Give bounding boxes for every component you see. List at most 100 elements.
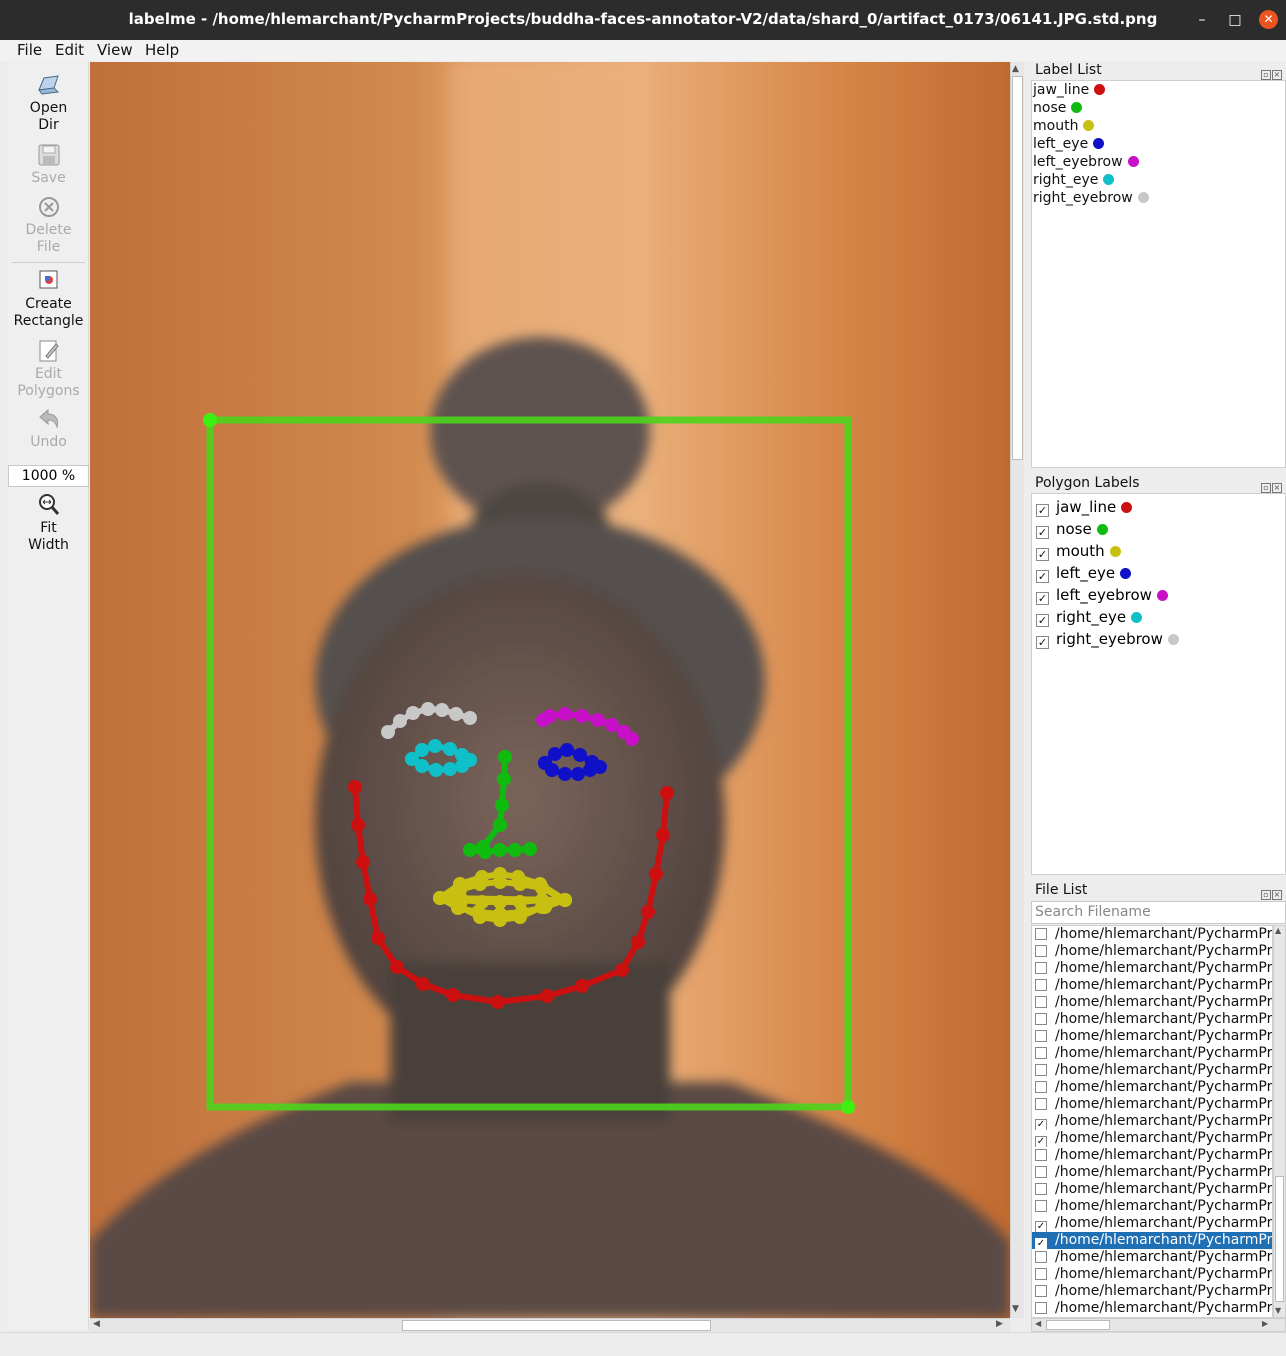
mouth-vertex[interactable] — [558, 893, 572, 907]
polygon-label-item[interactable]: ✓ right_eyebrow — [1032, 628, 1285, 650]
file-list-item[interactable]: /home/hlemarchant/PycharmProjects — [1032, 926, 1272, 943]
left-eye-vertex[interactable] — [573, 748, 587, 762]
file-list-item[interactable]: /home/hlemarchant/PycharmProjects — [1032, 943, 1272, 960]
delete-file-button[interactable]: Delete File — [8, 194, 89, 256]
right-eye-vertex[interactable] — [429, 763, 443, 777]
file-annotated-checkbox[interactable] — [1035, 945, 1047, 957]
mouth-vertex[interactable] — [453, 900, 467, 914]
nose-vertex[interactable] — [493, 843, 507, 857]
file-list-item[interactable]: /home/hlemarchant/PycharmProjects — [1032, 1164, 1272, 1181]
left-eye-vertex[interactable] — [571, 767, 585, 781]
label-list-item[interactable]: jaw_line — [1032, 81, 1285, 99]
jaw-line-vertex[interactable] — [660, 786, 674, 800]
label-list-item[interactable]: left_eye — [1032, 135, 1285, 153]
save-button[interactable]: Save — [8, 142, 89, 187]
left-eye-vertex[interactable] — [538, 756, 552, 770]
menu-file[interactable]: File — [17, 41, 42, 59]
file-annotated-checkbox[interactable] — [1035, 928, 1047, 940]
edit-polygons-button[interactable]: Edit Polygons — [8, 338, 89, 400]
file-annotated-checkbox[interactable]: ✓ — [1035, 1119, 1047, 1130]
mouth-vertex[interactable] — [535, 881, 549, 895]
file-annotated-checkbox[interactable] — [1035, 1013, 1047, 1025]
file-list-item[interactable]: /home/hlemarchant/PycharmProjects — [1032, 1249, 1272, 1266]
mouth-vertex[interactable] — [513, 895, 527, 909]
float-icon[interactable]: ▫ — [1261, 890, 1271, 900]
file-annotated-checkbox[interactable] — [1035, 1081, 1047, 1093]
jaw-line-vertex[interactable] — [656, 828, 670, 842]
file-list-item[interactable]: ✓ /home/hlemarchant/PycharmProjects — [1032, 1130, 1272, 1147]
file-list-item[interactable]: /home/hlemarchant/PycharmProjects — [1032, 1079, 1272, 1096]
file-list-item[interactable]: /home/hlemarchant/PycharmProjects — [1032, 1181, 1272, 1198]
right-eye-vertex[interactable] — [405, 752, 419, 766]
nose-vertex[interactable] — [495, 798, 509, 812]
right-eyebrow-vertex[interactable] — [406, 706, 420, 720]
left-eyebrow-vertex[interactable] — [591, 713, 605, 727]
scroll-down-arrow-icon[interactable]: ▼ — [1012, 1304, 1019, 1314]
menu-help[interactable]: Help — [145, 41, 179, 59]
label-list-item[interactable]: mouth — [1032, 117, 1285, 135]
file-annotated-checkbox[interactable] — [1035, 1149, 1047, 1161]
polygon-label-item[interactable]: ✓ left_eye — [1032, 562, 1285, 584]
visibility-checkbox[interactable]: ✓ — [1036, 504, 1049, 517]
label-list-item[interactable]: nose — [1032, 99, 1285, 117]
file-list-item[interactable]: /home/hlemarchant/PycharmProjects — [1032, 994, 1272, 1011]
polygon-label-item[interactable]: ✓ right_eye — [1032, 606, 1285, 628]
left-eye-vertex[interactable] — [560, 743, 574, 757]
left-eyebrow-vertex[interactable] — [605, 718, 619, 732]
jaw-line-vertex[interactable] — [371, 931, 385, 945]
label-list-item[interactable]: right_eyebrow — [1032, 189, 1285, 207]
jaw-line-vertex[interactable] — [356, 855, 370, 869]
label-list[interactable]: jaw_line nose mouth left_eye left_eyebrow rig… — [1031, 80, 1286, 468]
label-list-item[interactable]: right_eye — [1032, 171, 1285, 189]
file-annotated-checkbox[interactable] — [1035, 1251, 1047, 1263]
left-eyebrow-vertex[interactable] — [575, 709, 589, 723]
mouth-vertex[interactable] — [513, 910, 527, 924]
jaw-line-vertex[interactable] — [363, 892, 377, 906]
file-annotated-checkbox[interactable] — [1035, 1047, 1047, 1059]
jaw-line-vertex[interactable] — [540, 989, 554, 1003]
scrollbar-thumb[interactable] — [1012, 76, 1023, 460]
image-canvas[interactable] — [90, 62, 1010, 1318]
menu-edit[interactable]: Edit — [55, 41, 84, 59]
jaw-line-vertex[interactable] — [351, 818, 365, 832]
visibility-checkbox[interactable]: ✓ — [1036, 548, 1049, 561]
visibility-checkbox[interactable]: ✓ — [1036, 636, 1049, 649]
scrollbar-thumb[interactable] — [1275, 1176, 1284, 1302]
visibility-checkbox[interactable]: ✓ — [1036, 526, 1049, 539]
scroll-down-arrow-icon[interactable]: ▼ — [1275, 1306, 1281, 1315]
scrollbar-thumb[interactable] — [402, 1320, 711, 1331]
file-annotated-checkbox[interactable] — [1035, 996, 1047, 1008]
left-eyebrow-vertex[interactable] — [543, 709, 557, 723]
undo-button[interactable]: Undo — [8, 406, 89, 451]
label-list-item[interactable]: left_eyebrow — [1032, 153, 1285, 171]
file-annotated-checkbox[interactable]: ✓ — [1035, 1221, 1047, 1232]
jaw-line-vertex[interactable] — [641, 905, 655, 919]
nose-vertex[interactable] — [523, 842, 537, 856]
file-annotated-checkbox[interactable] — [1035, 1268, 1047, 1280]
file-annotated-checkbox[interactable] — [1035, 979, 1047, 991]
right-eyebrow-vertex[interactable] — [463, 711, 477, 725]
float-icon[interactable]: ▫ — [1261, 70, 1271, 80]
mouth-vertex[interactable] — [493, 875, 507, 889]
canvas-horizontal-scrollbar[interactable]: ◀ ▶ — [90, 1318, 1010, 1332]
jaw-line-vertex[interactable] — [491, 995, 505, 1009]
file-list-item[interactable]: /home/hlemarchant/PycharmProjects — [1032, 1283, 1272, 1300]
right-eye-vertex[interactable] — [443, 742, 457, 756]
file-annotated-checkbox[interactable] — [1035, 1098, 1047, 1110]
file-annotated-checkbox[interactable]: ✓ — [1035, 1238, 1047, 1249]
polygon-label-item[interactable]: ✓ left_eyebrow — [1032, 584, 1285, 606]
scroll-right-arrow-icon[interactable]: ▶ — [1262, 1319, 1268, 1328]
file-list-item[interactable]: /home/hlemarchant/PycharmProjects — [1032, 1096, 1272, 1113]
file-list-item[interactable]: /home/hlemarchant/PycharmProjects — [1032, 977, 1272, 994]
file-annotated-checkbox[interactable] — [1035, 1200, 1047, 1212]
visibility-checkbox[interactable]: ✓ — [1036, 570, 1049, 583]
file-annotated-checkbox[interactable] — [1035, 1183, 1047, 1195]
file-list-item[interactable]: /home/hlemarchant/PycharmProjects — [1032, 960, 1272, 977]
left-eye-vertex[interactable] — [583, 763, 597, 777]
scroll-up-arrow-icon[interactable]: ▲ — [1275, 926, 1281, 935]
file-annotated-checkbox[interactable] — [1035, 1064, 1047, 1076]
jaw-line-vertex[interactable] — [649, 867, 663, 881]
canvas-vertical-scrollbar[interactable]: ▲ ▼ — [1010, 62, 1024, 1318]
right-eye-vertex[interactable] — [443, 762, 457, 776]
file-annotated-checkbox[interactable] — [1035, 1030, 1047, 1042]
